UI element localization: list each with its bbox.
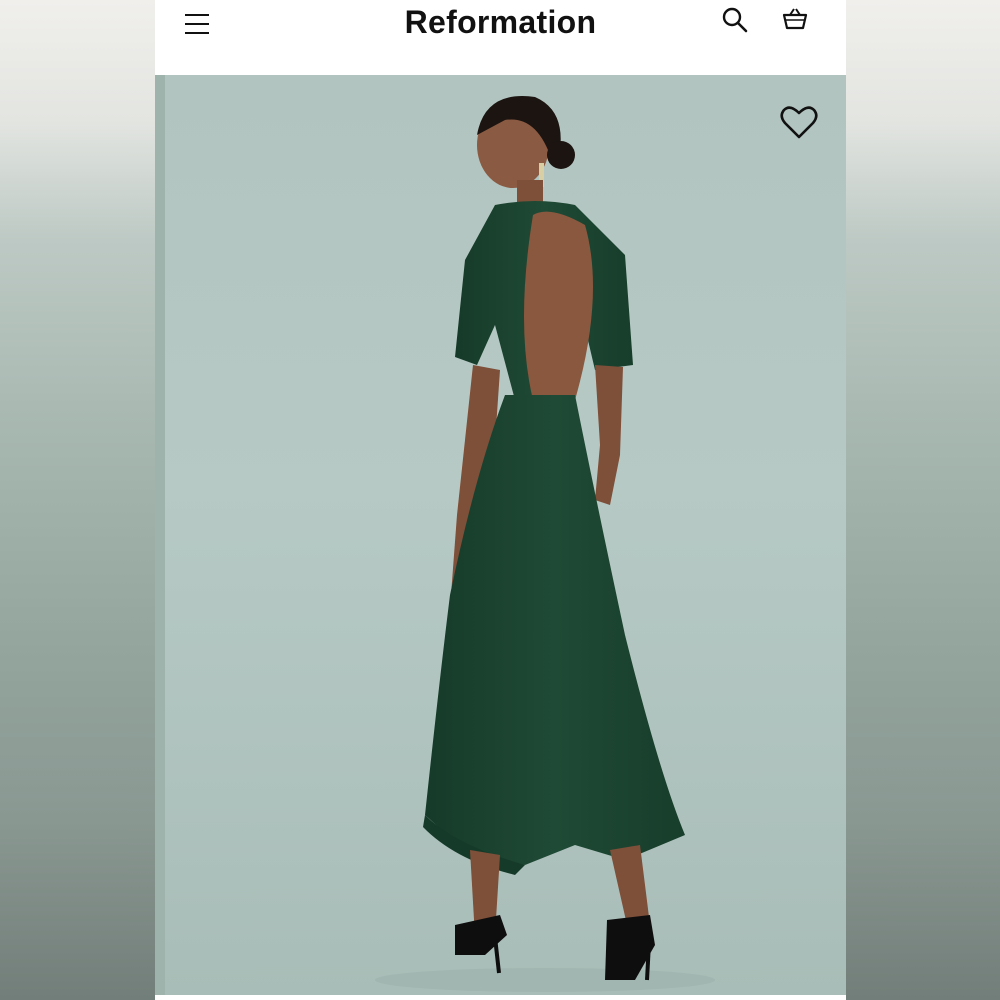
blurred-background-left [0,0,155,1000]
page-bottom-edge [155,995,846,1000]
model-wearing-dress [375,96,715,992]
product-image[interactable] [155,75,846,995]
site-header: Reformation [155,0,846,75]
heart-outline-icon[interactable] [779,105,819,141]
search-icon[interactable] [721,6,749,34]
blurred-background-right [846,0,1000,1000]
shopping-bag-icon[interactable] [781,6,809,32]
mobile-product-page: Reformation [155,0,846,1000]
